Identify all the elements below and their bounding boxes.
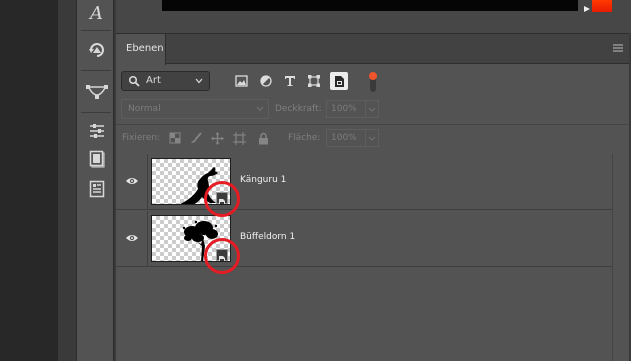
filter-kind-select[interactable]: Art bbox=[121, 71, 210, 91]
smart-object-icon bbox=[335, 75, 344, 87]
lock-artboard-icon[interactable] bbox=[232, 131, 246, 145]
paths-icon[interactable] bbox=[84, 78, 110, 104]
lock-row: Fixieren: Fläche: 100% bbox=[116, 127, 631, 151]
text-t-icon bbox=[285, 76, 295, 86]
lock-label: Fixieren: bbox=[122, 133, 161, 143]
panel-tabbar: Ebenen bbox=[116, 34, 631, 65]
color-marker-icon bbox=[584, 6, 590, 12]
adjustments-icon[interactable] bbox=[84, 118, 110, 144]
panel-menu-icon[interactable] bbox=[613, 44, 623, 52]
fill-field[interactable]: 100% bbox=[326, 129, 366, 147]
chevron-down-icon bbox=[368, 136, 376, 141]
opacity-label: Deckkraft: bbox=[275, 104, 322, 114]
layer-row[interactable]: Büffeldorn 1 bbox=[116, 211, 612, 267]
libraries-icon[interactable] bbox=[84, 176, 110, 202]
panel-divider bbox=[116, 124, 631, 125]
chevron-down-icon bbox=[368, 107, 376, 112]
panel-icon-dock: A bbox=[76, 0, 114, 361]
layer-name[interactable]: Büffeldorn 1 bbox=[240, 232, 295, 242]
dock-separator bbox=[81, 112, 111, 113]
layer-filter-row: Art bbox=[116, 70, 631, 96]
lock-all-icon[interactable] bbox=[256, 131, 270, 145]
blend-mode-value: Normal bbox=[128, 104, 161, 114]
lock-position-icon[interactable] bbox=[210, 131, 224, 145]
photoshop-workspace: A Ebenen Art Normal Deckkraft: 100% Fixi… bbox=[0, 0, 631, 361]
eye-icon bbox=[126, 178, 138, 184]
dock-separator bbox=[81, 70, 111, 71]
color-swatch[interactable] bbox=[592, 0, 612, 12]
document-canvas[interactable] bbox=[162, 0, 578, 11]
image-icon bbox=[234, 75, 248, 87]
filter-kind-label: Art bbox=[146, 75, 161, 86]
layer-name[interactable]: Känguru 1 bbox=[240, 175, 286, 185]
dock-gutter bbox=[0, 0, 58, 361]
shape-icon bbox=[308, 75, 320, 87]
tab-layers[interactable]: Ebenen bbox=[116, 34, 166, 65]
highlight-circle bbox=[204, 181, 240, 217]
opacity-field[interactable]: 100% bbox=[326, 100, 366, 118]
layers-list: Känguru 1 Büffeldorn 1 bbox=[116, 154, 612, 361]
chevron-down-icon bbox=[195, 78, 203, 84]
filter-type-button[interactable] bbox=[281, 72, 299, 90]
layer-row[interactable]: Känguru 1 bbox=[116, 154, 612, 210]
fill-dropdown-button[interactable] bbox=[366, 129, 379, 147]
filter-adjustment-button[interactable] bbox=[257, 72, 275, 90]
layers-panel: Ebenen Art Normal Deckkraft: 100% Fixier… bbox=[116, 33, 631, 361]
history-icon[interactable] bbox=[84, 37, 110, 63]
lock-transparent-pixels-icon[interactable] bbox=[168, 131, 182, 145]
visibility-toggle[interactable] bbox=[116, 154, 148, 210]
svg-text:A: A bbox=[88, 3, 103, 23]
type-tool-icon[interactable]: A bbox=[84, 0, 110, 26]
chevron-down-icon bbox=[256, 106, 264, 112]
dock-separator bbox=[81, 30, 111, 31]
filter-smart-object-button[interactable] bbox=[330, 72, 348, 90]
blend-row: Normal Deckkraft: 100% bbox=[116, 98, 631, 122]
blend-mode-select[interactable]: Normal bbox=[121, 99, 269, 119]
search-icon bbox=[128, 75, 140, 87]
filter-toggle-switch[interactable] bbox=[368, 70, 378, 94]
properties-icon[interactable] bbox=[84, 146, 110, 172]
fill-label: Fläche: bbox=[288, 133, 321, 143]
filter-pixel-button[interactable] bbox=[232, 72, 250, 90]
eye-icon bbox=[126, 235, 138, 241]
half-circle-icon bbox=[260, 75, 272, 87]
lock-image-pixels-icon[interactable] bbox=[189, 131, 203, 145]
filter-shape-button[interactable] bbox=[305, 72, 323, 90]
opacity-dropdown-button[interactable] bbox=[366, 100, 379, 118]
highlight-circle bbox=[204, 238, 240, 274]
visibility-toggle[interactable] bbox=[116, 211, 148, 267]
